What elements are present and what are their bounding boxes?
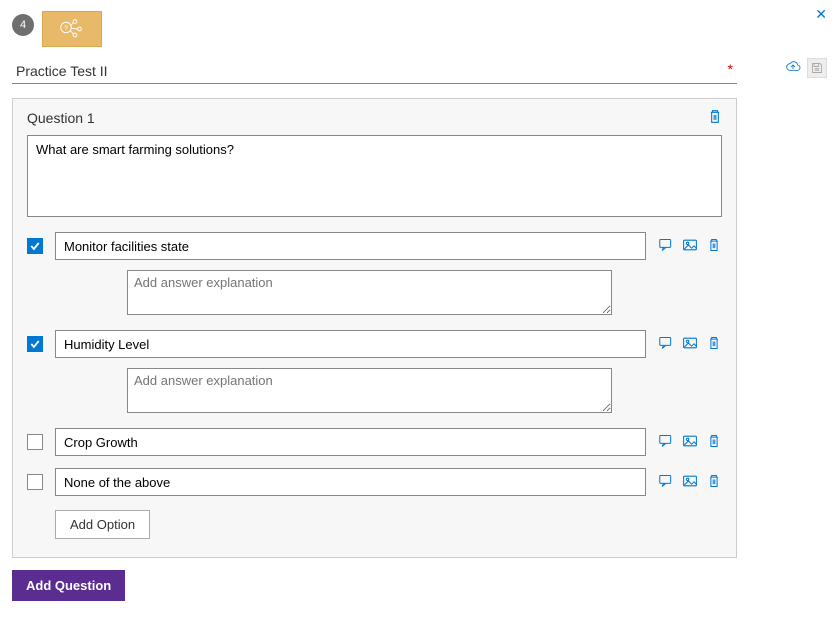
option-checkbox[interactable]: [27, 336, 43, 352]
image-icon[interactable]: [682, 238, 698, 255]
option-checkbox[interactable]: [27, 434, 43, 450]
explanation-input[interactable]: [127, 270, 612, 315]
explanation-wrap: [127, 270, 722, 318]
step-number-badge: 4: [12, 14, 34, 36]
option-text-input[interactable]: [55, 232, 646, 260]
explanation-icon[interactable]: [658, 238, 674, 255]
delete-option-icon[interactable]: [706, 434, 722, 451]
option-row: [27, 428, 722, 456]
explanation-wrap: [127, 368, 722, 416]
image-icon[interactable]: [682, 336, 698, 353]
svg-text:?: ?: [64, 25, 68, 32]
required-marker: *: [728, 61, 737, 77]
editor-wrap: Practice Test II *: [12, 61, 737, 84]
image-icon[interactable]: [682, 474, 698, 491]
explanation-icon[interactable]: [658, 336, 674, 353]
title-row: Practice Test II *: [12, 61, 737, 84]
explanation-input[interactable]: [127, 368, 612, 413]
option-text-input[interactable]: [55, 428, 646, 456]
option-text-input[interactable]: [55, 330, 646, 358]
cloud-upload-icon[interactable]: [785, 60, 801, 77]
explanation-icon[interactable]: [658, 474, 674, 491]
close-icon[interactable]: ✕: [815, 6, 827, 23]
option-row: [27, 330, 722, 358]
image-icon[interactable]: [682, 434, 698, 451]
save-area: [785, 58, 827, 78]
add-question-button[interactable]: Add Question: [12, 570, 125, 601]
question-header: Question 1: [27, 110, 95, 126]
delete-option-icon[interactable]: [706, 336, 722, 353]
question-panel: Question 1 Add Option: [12, 98, 737, 558]
add-option-button[interactable]: Add Option: [55, 510, 150, 539]
option-row: [27, 468, 722, 496]
delete-question-icon[interactable]: [708, 109, 722, 127]
delete-option-icon[interactable]: [706, 238, 722, 255]
question-text-input[interactable]: [27, 135, 722, 217]
option-checkbox[interactable]: [27, 474, 43, 490]
option-checkbox[interactable]: [27, 238, 43, 254]
delete-option-icon[interactable]: [706, 474, 722, 491]
assessment-title[interactable]: Practice Test II: [12, 61, 728, 81]
topbar: 4 ?: [12, 8, 827, 47]
explanation-icon[interactable]: [658, 434, 674, 451]
save-button[interactable]: [807, 58, 827, 78]
assessment-type-icon[interactable]: ?: [42, 11, 102, 47]
option-text-input[interactable]: [55, 468, 646, 496]
option-row: [27, 232, 722, 260]
